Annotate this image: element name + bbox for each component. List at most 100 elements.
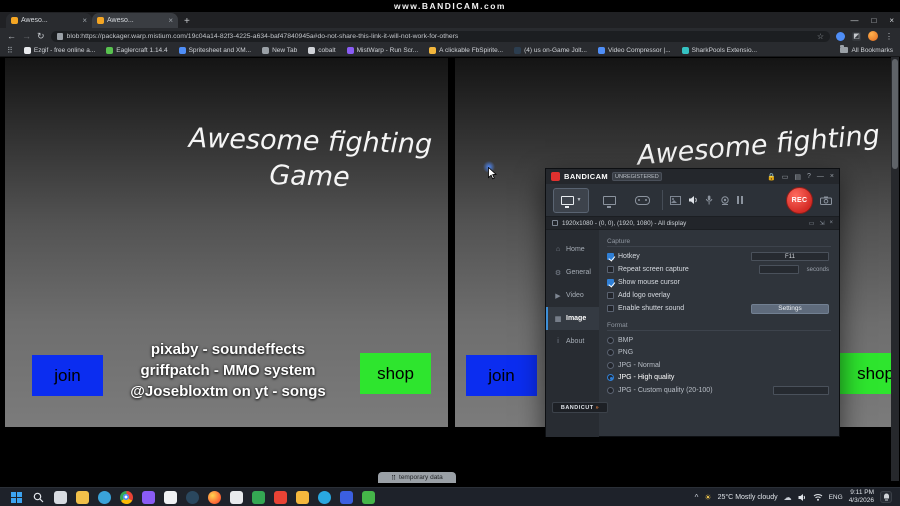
repeat-capture-checkbox[interactable]	[607, 266, 614, 273]
format-option-jpg-custom[interactable]: JPG - Custom quality (20-100)	[607, 384, 831, 397]
taskbar-icon-discord[interactable]	[141, 490, 155, 504]
shop-button[interactable]: shop	[840, 353, 891, 394]
close-icon[interactable]: ×	[829, 220, 833, 227]
radio-icon[interactable]	[607, 374, 614, 382]
notification-center-button[interactable]	[880, 491, 892, 503]
radio-icon[interactable]	[607, 349, 614, 357]
hidden-icons-chevron[interactable]: ^	[695, 493, 699, 502]
monitor-icon[interactable]: ▭	[809, 220, 815, 227]
join-button[interactable]: join	[466, 355, 537, 396]
bookmark-item[interactable]: Ezgif - free online a...	[23, 46, 95, 54]
lock-icon[interactable]: 🔒	[767, 173, 776, 181]
new-tab-button[interactable]: +	[184, 16, 190, 27]
browser-tab-2[interactable]: Aweso... ×	[92, 13, 178, 28]
volume-icon[interactable]	[798, 493, 807, 502]
shutter-sound-checkbox[interactable]	[607, 305, 614, 312]
bookmark-item[interactable]: A clickable FbSpirite...	[429, 46, 503, 54]
radio-icon[interactable]	[607, 361, 614, 369]
bookmark-item[interactable]: MistWarp - Run Scr...	[346, 46, 418, 54]
hotkey-input[interactable]: F11	[751, 252, 829, 261]
weather-widget[interactable]: 25°C Mostly cloudy	[718, 494, 778, 501]
bandicam-titlebar[interactable]: BANDICAM UNREGISTERED 🔒 ▭ ▤ ? — ×	[546, 169, 839, 184]
format-option-bmp[interactable]: BMP	[607, 334, 831, 347]
format-option-jpg-high[interactable]: JPG - High quality	[607, 372, 831, 385]
taskbar-icon-obs[interactable]	[163, 490, 177, 504]
close-icon[interactable]: ×	[830, 173, 834, 180]
radio-icon[interactable]	[607, 336, 614, 344]
format-option-jpg-normal[interactable]: JPG - Normal	[607, 359, 831, 372]
sidebar-item-home[interactable]: ⌂ Home	[546, 238, 599, 261]
mouse-cursor-checkbox[interactable]	[607, 279, 614, 286]
record-button[interactable]: REC	[786, 186, 813, 214]
scrollbar-thumb[interactable]	[892, 59, 898, 169]
bookmark-item[interactable]: Eaglercraft 1.14.4	[106, 46, 168, 54]
bookmark-item[interactable]: (4) us on-Game Jolt...	[514, 46, 587, 54]
taskbar-icon-photos[interactable]	[295, 490, 309, 504]
forward-icon[interactable]: →	[22, 31, 31, 41]
taskbar-icon-steam[interactable]	[185, 490, 199, 504]
minimize-icon[interactable]: —	[817, 173, 824, 180]
profile-avatar[interactable]	[868, 31, 878, 41]
monitor-icon[interactable]: ▭	[782, 173, 789, 181]
taskbar-clock[interactable]: 9:11 PM 4/3/2026	[849, 489, 874, 505]
bookmark-item[interactable]: New Tab	[262, 46, 297, 54]
taskbar-icon-edge[interactable]	[97, 490, 111, 504]
speaker-icon[interactable]	[688, 195, 698, 205]
maximize-button[interactable]: □	[871, 16, 876, 25]
tab-close-icon[interactable]: ×	[82, 16, 87, 25]
extensions-puzzle-icon[interactable]: ◩	[852, 31, 861, 41]
folder-icon[interactable]: ▤	[794, 173, 801, 181]
webcam-icon[interactable]	[720, 195, 730, 205]
taskbar-icon-firefox[interactable]	[207, 490, 221, 504]
sidebar-item-general[interactable]: ⚙ General	[546, 261, 599, 284]
all-bookmarks-button[interactable]: All Bookmarks	[840, 45, 893, 54]
browser-tab-1[interactable]: Aweso... ×	[6, 13, 92, 28]
join-button[interactable]: join	[32, 355, 103, 396]
pause-icon[interactable]	[737, 196, 743, 204]
settings-button[interactable]: Settings	[751, 303, 829, 314]
bookmark-item[interactable]: SharkPools Extensio...	[681, 46, 757, 54]
bookmark-star-icon[interactable]: ☆	[817, 32, 824, 41]
expand-icon[interactable]: ⇲	[819, 220, 824, 227]
camera-icon[interactable]	[820, 196, 832, 205]
taskbar-icon-copilot[interactable]	[53, 490, 67, 504]
screen-capture-mode-button[interactable]: ▼	[553, 187, 589, 213]
wifi-icon[interactable]	[813, 493, 823, 501]
area-capture-mode-button[interactable]	[596, 188, 622, 213]
capture-target-bar[interactable]: 1920x1080 - (0, 0), (1920, 1080) - All d…	[546, 217, 839, 230]
taskbar-icon-excel[interactable]	[361, 490, 375, 504]
hotkey-checkbox[interactable]	[607, 253, 614, 260]
tab-close-icon[interactable]: ×	[168, 16, 173, 25]
game-capture-mode-button[interactable]	[629, 188, 655, 213]
browser-menu-icon[interactable]: ⋮	[885, 32, 893, 41]
url-bar[interactable]: blob:https://packager.warp.mistium.com/1…	[50, 30, 830, 42]
bandicut-logo[interactable]: BANDICUT »	[552, 402, 608, 413]
taskbar-icon-search[interactable]	[32, 491, 45, 504]
microphone-icon[interactable]	[705, 195, 713, 205]
taskbar-icon-chrome[interactable]	[119, 490, 133, 504]
bookmark-item[interactable]: Video Compressor |...	[597, 46, 671, 54]
taskbar-icon-file-explorer[interactable]	[75, 490, 89, 504]
sidebar-item-about[interactable]: i About	[546, 330, 599, 353]
repeat-interval-input[interactable]	[759, 265, 799, 274]
sidebar-item-image[interactable]: ▦ Image	[546, 307, 599, 330]
taskbar-icon-start[interactable]	[10, 491, 23, 504]
minimize-button[interactable]: —	[850, 16, 858, 25]
onedrive-cloud-icon[interactable]: ☁	[784, 493, 792, 502]
temporary-data-tab[interactable]: ⠿ temporary data	[378, 472, 456, 483]
scrollbar-vertical[interactable]	[891, 57, 899, 481]
sidebar-item-video[interactable]: ▶ Video	[546, 284, 599, 307]
back-icon[interactable]: ←	[7, 31, 16, 41]
shop-button[interactable]: shop	[360, 353, 431, 394]
radio-icon[interactable]	[607, 386, 614, 394]
format-option-png[interactable]: PNG	[607, 347, 831, 360]
help-icon[interactable]: ?	[807, 173, 811, 180]
taskbar-icon-sheets[interactable]	[251, 490, 265, 504]
logo-overlay-checkbox[interactable]	[607, 292, 614, 299]
taskbar-icon-drive[interactable]	[339, 490, 353, 504]
custom-quality-input[interactable]	[773, 385, 829, 395]
taskbar-icon-notepad[interactable]	[229, 490, 243, 504]
extension-icon[interactable]	[836, 31, 845, 41]
bookmark-item[interactable]: Spritesheet and XM...	[178, 46, 251, 54]
taskbar-icon-telegram[interactable]	[317, 490, 331, 504]
